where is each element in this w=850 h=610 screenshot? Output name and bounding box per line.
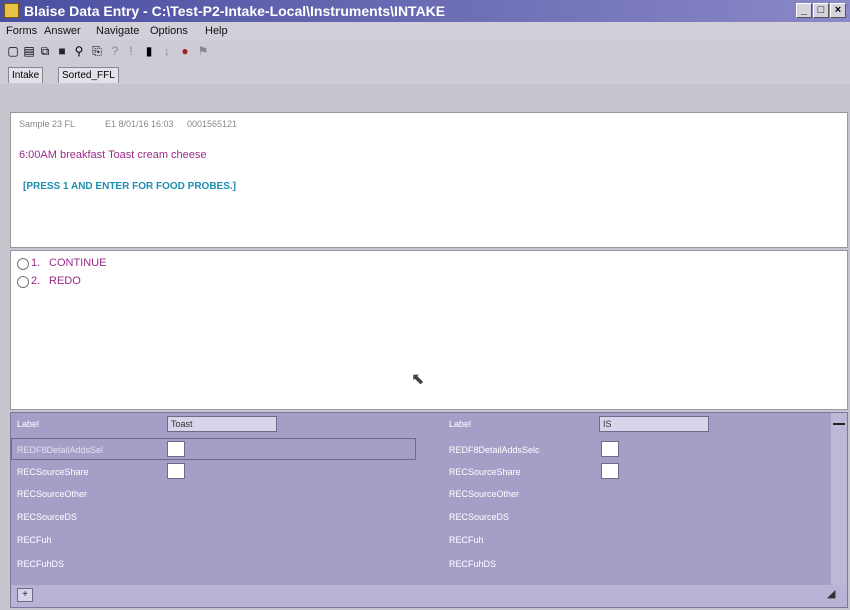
answer-label: CONTINUE	[49, 257, 107, 269]
window-title: Blaise Data Entry - C:\Test-P2-Intake-Lo…	[24, 3, 446, 19]
minimize-button[interactable]: _	[796, 3, 812, 18]
field-label: RECSourceDS	[17, 512, 78, 522]
app-icon	[4, 3, 19, 18]
label-header-right: Label	[449, 419, 472, 429]
field-label: RECSourceOther	[449, 489, 520, 499]
help-icon[interactable]: ?	[108, 44, 122, 59]
menu-forms[interactable]: Forms	[6, 25, 37, 37]
menu-answer[interactable]: Answer	[44, 25, 81, 37]
field-grid: Label Toast REDF8DetailAddsSel RECSource…	[10, 412, 848, 608]
preview-icon[interactable]: ⎘	[90, 44, 104, 59]
answer-option-2[interactable]: 2. REDO	[17, 275, 277, 289]
delete-icon[interactable]: ▮	[142, 44, 156, 59]
field-input[interactable]	[167, 463, 185, 479]
new-icon[interactable]: ▢	[6, 44, 20, 59]
flag-icon[interactable]: ⚑	[196, 44, 210, 59]
scroll-mark-icon	[833, 423, 845, 425]
info-icon[interactable]: !	[124, 44, 138, 59]
toolbar: ▢ ▤ ⧉ ■ ⚲ ⎘ ? ! ▮ ↓ ● ⚑	[0, 40, 850, 64]
answer-label: REDO	[49, 275, 81, 287]
radio-icon[interactable]	[17, 276, 29, 288]
timestamp: E1 8/01/16 16:03	[105, 119, 174, 129]
field-label: RECSourceShare	[17, 467, 89, 477]
menu-help[interactable]: Help	[205, 25, 228, 37]
expand-icon[interactable]: +	[17, 588, 33, 602]
copy-icon[interactable]: ⧉	[38, 44, 52, 59]
close-button[interactable]: ×	[830, 3, 846, 18]
tab-strip: Intake Sorted_FFL	[0, 64, 850, 84]
instruction: [PRESS 1 AND ENTER FOR FOOD PROBES.]	[23, 181, 236, 192]
sample-id: Sample 23 FL	[19, 119, 76, 129]
maximize-button[interactable]: □	[813, 3, 829, 18]
label-value-right[interactable]: IS	[599, 416, 709, 432]
grid-status-bar: + ◢	[11, 585, 847, 607]
menu-options[interactable]: Options	[150, 25, 188, 37]
field-label: RECFuh	[17, 535, 52, 545]
question-pane: Sample 23 FL E1 8/01/16 16:03 0001565121…	[10, 112, 848, 248]
food-line: 6:00AM breakfast Toast cream cheese	[19, 149, 207, 161]
menu-navigate[interactable]: Navigate	[96, 25, 139, 37]
field-label: RECFuh	[449, 535, 484, 545]
field-label: RECFuhDS	[449, 559, 497, 569]
cursor-icon: ⬉	[411, 371, 425, 388]
case-id: 0001565121	[187, 119, 238, 129]
answer-num: 2.	[31, 275, 41, 287]
label-header-left: Label	[17, 419, 40, 429]
selected-row-highlight	[11, 438, 416, 460]
answer-pane: 1. CONTINUE 2. REDO ⬉	[10, 250, 848, 410]
tab-intake[interactable]: Intake	[8, 67, 44, 83]
down-icon[interactable]: ↓	[160, 44, 174, 59]
radio-icon[interactable]	[17, 258, 29, 270]
vertical-scrollbar[interactable]	[831, 413, 847, 585]
open-icon[interactable]: ▤	[22, 44, 36, 59]
field-label: RECSourceOther	[17, 489, 88, 499]
label-value-left[interactable]: Toast	[167, 416, 277, 432]
menu-bar: Forms Answer Navigate Options Help	[0, 22, 850, 40]
find-icon[interactable]: ⚲	[72, 44, 86, 59]
resize-grip-icon[interactable]: ◢	[827, 587, 835, 600]
tab-sorted-ffl[interactable]: Sorted_FFL	[58, 67, 119, 83]
field-input[interactable]	[601, 463, 619, 479]
field-label: RECFuhDS	[17, 559, 65, 569]
field-label: REDF8DetailAddsSelc	[449, 445, 540, 455]
save-icon[interactable]: ■	[55, 44, 69, 59]
field-label: RECSourceDS	[449, 512, 510, 522]
watch-icon[interactable]: ●	[178, 44, 192, 59]
answer-num: 1.	[31, 257, 41, 269]
field-input[interactable]	[601, 441, 619, 457]
answer-option-1[interactable]: 1. CONTINUE	[17, 257, 277, 271]
title-bar: Blaise Data Entry - C:\Test-P2-Intake-Lo…	[0, 0, 850, 22]
field-label: RECSourceShare	[449, 467, 521, 477]
